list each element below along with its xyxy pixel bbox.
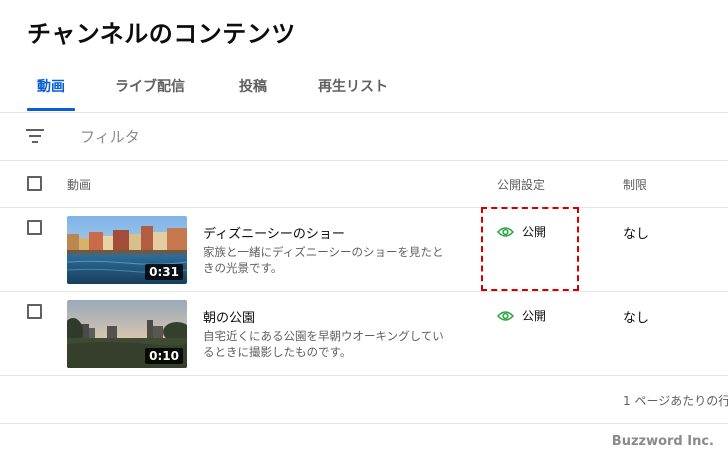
video-title[interactable]: ディズニーシーのショー bbox=[203, 223, 345, 242]
column-header-restrictions[interactable]: 制限 bbox=[623, 176, 647, 193]
tab-bar: 動画 ライブ配信 投稿 再生リスト bbox=[0, 64, 728, 113]
visibility-highlight-annotation bbox=[481, 207, 579, 291]
tab-posts[interactable]: 投稿 bbox=[239, 76, 267, 96]
tab-playlists[interactable]: 再生リスト bbox=[318, 76, 388, 96]
row-checkbox[interactable] bbox=[27, 304, 42, 319]
video-duration: 0:10 bbox=[145, 348, 183, 364]
filter-icon[interactable] bbox=[26, 129, 44, 143]
page-title: チャンネルのコンテンツ bbox=[27, 20, 296, 48]
restriction-value: なし bbox=[623, 227, 650, 242]
visibility-label: 公開 bbox=[522, 309, 547, 323]
rows-per-page-label: 1 ページあたりの行 bbox=[623, 394, 728, 408]
tab-videos[interactable]: 動画 bbox=[37, 76, 65, 96]
visibility-cell[interactable]: 公開 bbox=[497, 307, 546, 324]
column-header-visibility[interactable]: 公開設定 bbox=[497, 176, 545, 193]
video-thumbnail[interactable]: 0:31 bbox=[67, 216, 187, 284]
select-all-checkbox[interactable] bbox=[27, 176, 42, 191]
pagination-bar: 1 ページあたりの行 bbox=[0, 376, 728, 424]
video-duration: 0:31 bbox=[145, 264, 183, 280]
restriction-value: なし bbox=[623, 311, 650, 326]
tab-live[interactable]: ライブ配信 bbox=[115, 76, 185, 96]
table-header: 動画 公開設定 制限 bbox=[0, 160, 728, 208]
filter-bar: フィルタ bbox=[0, 112, 728, 161]
table-row[interactable]: 0:10 朝の公園 自宅近くにある公園を早朝ウオーキングしているときに撮影したも… bbox=[0, 292, 728, 376]
row-checkbox[interactable] bbox=[27, 220, 42, 235]
filter-input[interactable]: フィルタ bbox=[80, 126, 140, 147]
video-description: 家族と一緒にディズニーシーのショーを見たときの光景です。 bbox=[203, 245, 444, 275]
eye-icon bbox=[497, 310, 514, 321]
video-thumbnail[interactable]: 0:10 bbox=[67, 300, 187, 368]
table-row[interactable]: 0:31 ディズニーシーのショー 家族と一緒にディズニーシーのショーを見たときの… bbox=[0, 208, 728, 292]
video-title[interactable]: 朝の公園 bbox=[203, 307, 255, 326]
active-tab-indicator bbox=[27, 108, 75, 111]
video-description: 自宅近くにある公園を早朝ウオーキングしているときに撮影したものです。 bbox=[203, 329, 444, 359]
watermark: Buzzword Inc. bbox=[611, 434, 714, 449]
column-header-video[interactable]: 動画 bbox=[67, 176, 91, 193]
